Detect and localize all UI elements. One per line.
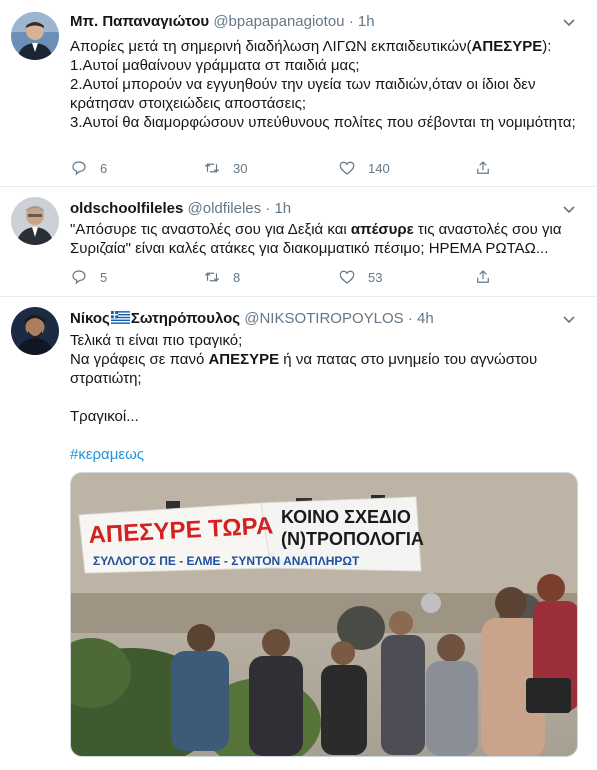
tweet-text-bold: απέσυρε	[350, 221, 414, 238]
tweet[interactable]: Νίκος Σωτηρόπουλος @NIKSOTIROPOYLOS · 4h …	[0, 297, 597, 770]
separator-dot: ·	[407, 310, 413, 327]
tweet-text-line: Απορίες μετά τη σημερινή διαδήλωση ΛΙΓΩΝ…	[70, 38, 472, 55]
tweet-text-line: ):	[542, 38, 552, 55]
tweet-text-line: 2.Αυτοί μπορούν να εγγυηθούν την υγεία τ…	[70, 76, 540, 112]
display-name[interactable]: Μπ. Παπαναγιώτου	[70, 13, 209, 30]
tweet-text-line: 1.Αυτοί μαθαίνουν γράμματα στ παιδιά μας…	[70, 57, 360, 74]
like-count: 53	[368, 269, 383, 285]
tweet-actions: 6 30 140	[70, 158, 550, 178]
timestamp[interactable]: 1h	[274, 200, 291, 217]
timestamp[interactable]: 1h	[358, 13, 375, 30]
banner-text-right-2: (Ν)ΤΡΟΠΟΛΟΓΙΑ	[281, 529, 424, 549]
like-icon	[339, 270, 355, 284]
retweet-count: 8	[233, 269, 241, 285]
retweet-icon	[204, 272, 220, 282]
tweet-header: Νίκος Σωτηρόπουλος @NIKSOTIROPOYLOS · 4h	[70, 309, 557, 329]
caret-down-icon[interactable]	[559, 199, 579, 219]
tweet-text-bold: ΑΠΕΣΥΡΕ	[471, 38, 543, 55]
reply-count: 5	[100, 269, 108, 285]
display-name[interactable]: oldschoolfileles	[70, 200, 183, 217]
avatar[interactable]	[11, 307, 59, 355]
tweet-text: Απορίες μετά τη σημερινή διαδήλωση ΛΙΓΩΝ…	[70, 37, 585, 132]
share-icon	[477, 161, 489, 174]
reply-button[interactable]: 5	[70, 267, 107, 287]
like-icon	[339, 161, 355, 175]
banner-text-right-1: ΚΟΙΝΟ ΣΧΕΔΙΟ	[281, 507, 411, 527]
tweet-text-line: Τελικά τι είναι πιο τραγικό;	[70, 332, 243, 349]
tweet-text-line: Τραγικοί...	[70, 408, 139, 425]
tweet-header: oldschoolfileles @oldfileles · 1h	[70, 199, 557, 219]
tweet[interactable]: oldschoolfileles @oldfileles · 1h "Απόσυ…	[0, 187, 597, 297]
separator-dot: ·	[265, 200, 271, 217]
share-button[interactable]	[474, 158, 504, 178]
reply-icon	[72, 161, 86, 176]
user-handle[interactable]: @bpapapanagiotou	[213, 13, 344, 30]
tweet-header: Μπ. Παπαναγιώτου @bpapapanagiotou · 1h	[70, 12, 557, 32]
user-handle[interactable]: @NIKSOTIROPOYLOS	[244, 310, 403, 327]
tweet[interactable]: Μπ. Παπαναγιώτου @bpapapanagiotou · 1h Α…	[0, 0, 597, 187]
retweet-icon	[204, 163, 220, 173]
timeline: Μπ. Παπαναγιώτου @bpapapanagiotou · 1h Α…	[0, 0, 597, 770]
like-button[interactable]: 140	[338, 158, 390, 178]
display-name-first: Νίκος	[70, 310, 110, 327]
tweet-text-line: 3.Αυτοί θα διαμορφώσουν υπεύθυνους πολίτ…	[70, 114, 576, 131]
tweet-text: Τελικά τι είναι πιο τραγικό; Να γράφεις …	[70, 331, 585, 464]
user-handle[interactable]: @oldfileles	[188, 200, 262, 217]
like-button[interactable]: 53	[338, 267, 382, 287]
display-name-last: Σωτηρόπουλος	[130, 310, 241, 327]
retweet-count: 30	[233, 160, 248, 176]
reply-icon	[72, 270, 86, 285]
like-count: 140	[368, 160, 390, 176]
share-button[interactable]	[474, 267, 504, 287]
tweet-photo[interactable]: ΑΠΕΣΥΡΕ ΤΩΡΑ ΚΟΙΝΟ ΣΧΕΔΙΟ (Ν)ΤΡΟΠΟΛΟΓΙΑ …	[70, 472, 578, 757]
avatar[interactable]	[11, 197, 59, 245]
tweet-text-part: Να γράφεις σε πανό	[70, 351, 209, 368]
banner-text-bottom: ΣΥΛΛΟΓΟΣ ΠΕ - ΕΛΜΕ - ΣΥΝΤΟΝ ΑΝΑΠΛΗΡΩΤ	[93, 554, 360, 568]
retweet-button[interactable]: 8	[203, 267, 240, 287]
reply-button[interactable]: 6	[70, 158, 107, 178]
retweet-button[interactable]: 30	[203, 158, 247, 178]
caret-down-icon[interactable]	[559, 309, 579, 329]
hashtag-link[interactable]: #κεραμεως	[70, 445, 585, 464]
display-name[interactable]: Νίκος Σωτηρόπουλος	[70, 310, 240, 327]
reply-count: 6	[100, 160, 108, 176]
tweet-actions: 5 8 53	[70, 267, 550, 287]
greek-flag-icon	[110, 311, 130, 324]
avatar[interactable]	[11, 12, 59, 60]
tweet-text-part: "Απόσυρε τις αναστολές σου για Δεξιά και	[70, 221, 351, 238]
caret-down-icon[interactable]	[559, 12, 579, 32]
timestamp[interactable]: 4h	[417, 310, 434, 327]
separator-dot: ·	[348, 13, 354, 30]
tweet-text-bold: ΑΠΕΣΥΡΕ	[208, 351, 280, 368]
tweet-text: "Απόσυρε τις αναστολές σου για Δεξιά και…	[70, 220, 585, 258]
share-icon	[477, 270, 489, 283]
